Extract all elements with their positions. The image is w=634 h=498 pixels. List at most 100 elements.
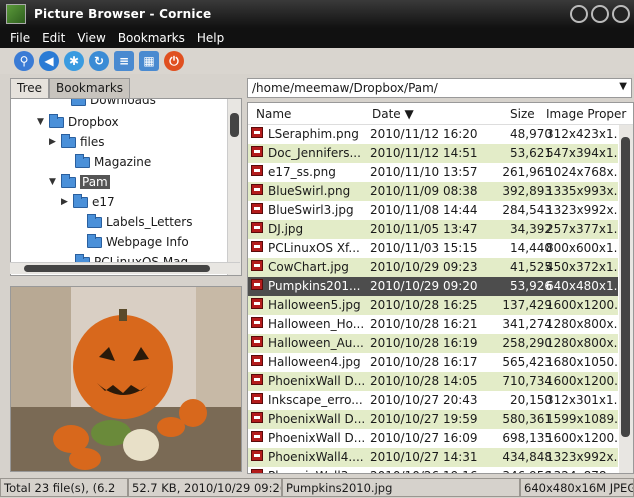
image-file-icon: [251, 165, 263, 176]
pumpkin-preview-image: [11, 287, 241, 471]
file-row[interactable]: Halloween5.jpg 2010/10/28 16:25 137,429 160…: [248, 296, 618, 315]
tab-bookmarks[interactable]: Bookmarks: [49, 78, 131, 98]
file-size: 710,734: [502, 374, 552, 388]
file-name: Halloween_Ho...: [268, 317, 365, 331]
file-list-scroll-thumb[interactable]: [621, 137, 630, 437]
minimize-button[interactable]: [570, 5, 588, 23]
status-image-props: 640x480x16M JPEG: [520, 478, 634, 497]
folder-icon: [61, 133, 76, 148]
tree-scrollbar[interactable]: [227, 99, 241, 275]
file-date: 2010/10/28 14:05: [370, 374, 478, 388]
tree-node[interactable]: ▶ e17: [61, 193, 115, 211]
tree-node[interactable]: Magazine: [63, 153, 151, 171]
file-row[interactable]: Halloween_Ho... 2010/10/28 16:21 341,274 12…: [248, 315, 618, 334]
file-size: 284,543: [502, 203, 552, 217]
file-date: 2010/11/05 13:47: [370, 222, 478, 236]
image-file-icon: [251, 260, 263, 271]
menu-bookmarks[interactable]: Bookmarks: [118, 31, 185, 45]
chevron-down-icon[interactable]: ▼: [619, 81, 627, 92]
tree-scroll-thumb[interactable]: [230, 113, 239, 137]
file-date: 2010/10/27 19:59: [370, 412, 478, 426]
image-file-icon: [251, 298, 263, 309]
file-row[interactable]: Halloween4.jpg 2010/10/28 16:17 565,423 168…: [248, 353, 618, 372]
file-row[interactable]: BlueSwirl3.jpg 2010/11/08 14:44 284,543 132…: [248, 201, 618, 220]
file-size: 565,423: [502, 355, 552, 369]
path-text: /home/meemaw/Dropbox/Pam/: [252, 81, 438, 95]
file-size: 698,135: [502, 431, 552, 445]
collapse-arrow-icon[interactable]: ▼: [37, 117, 49, 127]
file-row[interactable]: BlueSwirl.png 2010/11/09 08:38 392,893 1335…: [248, 182, 618, 201]
file-size: 34,392: [510, 222, 552, 236]
app-icon: [6, 4, 26, 24]
file-size: 346,959: [496, 469, 552, 473]
file-row[interactable]: PCLinuxOS Xf... 2010/11/03 15:15 14,440 800…: [248, 239, 618, 258]
file-name: BlueSwirl3.jpg: [268, 203, 354, 217]
file-date: 2010/10/29 09:20: [370, 279, 478, 293]
file-row[interactable]: PhoenixWall D... 2010/10/27 16:09 698,135 1…: [248, 429, 618, 448]
quit-icon[interactable]: ⏻: [164, 51, 184, 71]
folder-tree: Downloads ▼ Dropbox ▶ files Magazine ▼ Pam ▶ e17 L…: [10, 98, 242, 276]
expand-arrow-icon[interactable]: ▶: [49, 137, 61, 147]
file-date: 2010/10/28 16:25: [370, 298, 478, 312]
file-date: 2010/10/27 14:31: [370, 450, 478, 464]
expand-arrow-icon[interactable]: ▶: [61, 197, 73, 207]
file-row[interactable]: e17_ss.png 2010/11/10 13:57 261,965 1024x76…: [248, 163, 618, 182]
image-file-icon: [251, 431, 263, 442]
zoom-icon[interactable]: ⚲: [14, 51, 34, 71]
col-date[interactable]: Date ▼: [372, 107, 414, 121]
file-row[interactable]: CowChart.jpg 2010/10/29 09:23 41,525 450x37…: [248, 258, 618, 277]
file-size: 53,621: [510, 146, 552, 160]
file-row[interactable]: PhoenixWall3....2010/10/26 19:16346,9591…: [248, 467, 618, 473]
file-name: Halloween_Au...: [268, 336, 364, 350]
thumbnails-view-icon[interactable]: ▦: [139, 51, 159, 71]
tree-node[interactable]: Webpage Info: [75, 233, 189, 251]
tree-hscroll-thumb[interactable]: [24, 265, 210, 272]
folder-icon: [87, 233, 102, 248]
details-view-icon[interactable]: ≡: [114, 51, 134, 71]
file-row[interactable]: PhoenixWall D... 2010/10/27 19:59 580,361 1…: [248, 410, 618, 429]
tree-node[interactable]: ▼ Pam: [49, 173, 110, 191]
file-row[interactable]: PhoenixWall D... 2010/10/28 14:05 710,734 1…: [248, 372, 618, 391]
col-name[interactable]: Name: [256, 107, 291, 121]
collapse-arrow-icon[interactable]: ▼: [49, 177, 61, 187]
menu-file[interactable]: File: [10, 31, 30, 45]
file-list-scrollbar[interactable]: [619, 125, 633, 473]
file-row[interactable]: Inkscape_erro... 2010/10/27 20:43 20,150 31…: [248, 391, 618, 410]
file-row[interactable]: Halloween_Au... 2010/10/28 16:19 258,290 12…: [248, 334, 618, 353]
file-row[interactable]: LSeraphim.png 2010/11/12 16:20 48,970 312x4…: [248, 125, 618, 144]
close-button[interactable]: [612, 5, 630, 23]
file-size: 341,274: [502, 317, 552, 331]
path-field[interactable]: /home/meemaw/Dropbox/Pam/ ▼: [247, 78, 632, 98]
maximize-button[interactable]: [591, 5, 609, 23]
left-tabs: Tree Bookmarks: [10, 78, 131, 98]
file-size: 14,440: [510, 241, 552, 255]
menu-edit[interactable]: Edit: [42, 31, 65, 45]
file-props: 1323x992x...: [546, 203, 618, 217]
refresh-icon[interactable]: ↻: [89, 51, 109, 71]
file-props: 312x423x1...: [546, 127, 618, 141]
file-row[interactable]: Pumpkins201... 2010/10/29 09:20 53,926 640x…: [248, 277, 618, 296]
tree-node[interactable]: Labels_Letters: [75, 213, 192, 231]
file-name: PhoenixWall D...: [268, 374, 366, 388]
file-name: DJ.jpg: [268, 222, 304, 236]
file-props: 1680x1050...: [546, 355, 618, 369]
file-name: BlueSwirl.png: [268, 184, 351, 198]
tree-hscrollbar[interactable]: [10, 262, 240, 274]
folder-icon: [61, 173, 76, 188]
image-file-icon: [251, 279, 263, 290]
tree-node[interactable]: ▼ Dropbox: [37, 113, 119, 131]
file-row[interactable]: PhoenixWall4.... 2010/10/27 14:31 434,848 1…: [248, 448, 618, 467]
tree-node[interactable]: ▶ files: [49, 133, 105, 151]
back-icon[interactable]: ◀: [39, 51, 59, 71]
menu-help[interactable]: Help: [197, 31, 224, 45]
tab-tree[interactable]: Tree: [10, 78, 50, 98]
col-size[interactable]: Size: [510, 107, 535, 121]
menu-view[interactable]: View: [77, 31, 105, 45]
settings-icon[interactable]: ✱: [64, 51, 84, 71]
file-row[interactable]: DJ.jpg 2010/11/05 13:47 34,392 257x377x1...: [248, 220, 618, 239]
file-date: 2010/11/08 14:44: [370, 203, 478, 217]
file-row[interactable]: Doc_Jennifers... 2010/11/12 14:51 53,621 54…: [248, 144, 618, 163]
tree-node[interactable]: Downloads: [59, 99, 156, 109]
folder-icon: [73, 193, 88, 208]
col-image-properties[interactable]: Image Proper: [546, 107, 626, 121]
